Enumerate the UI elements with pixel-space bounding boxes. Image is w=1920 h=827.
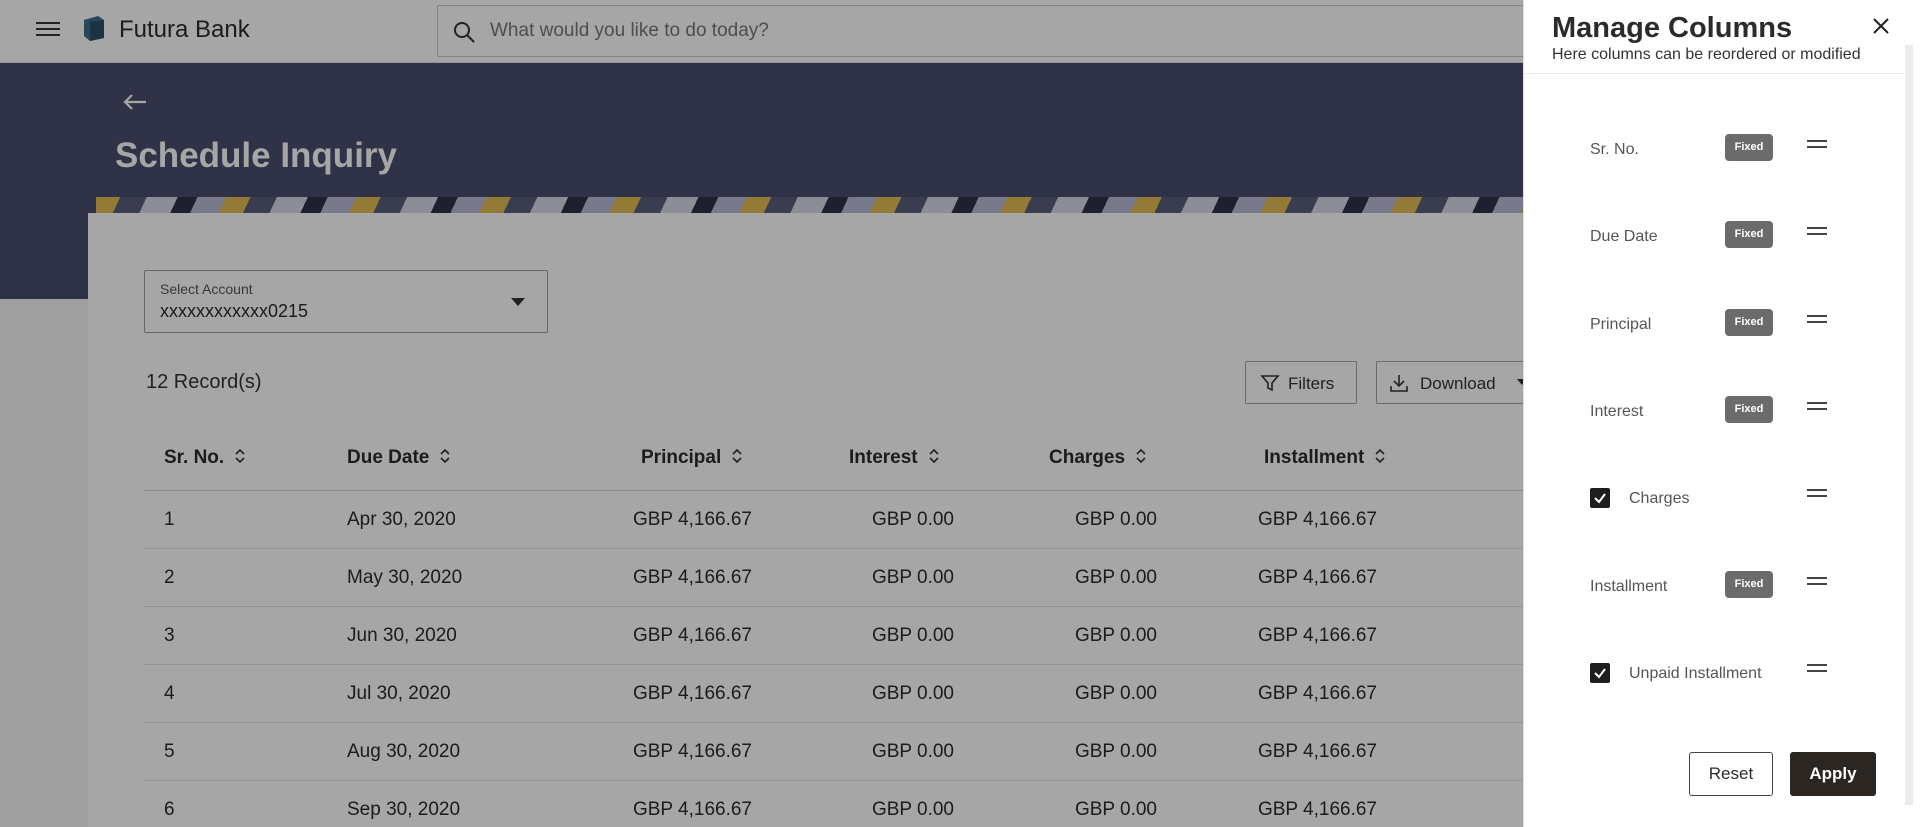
drag-handle-icon[interactable] <box>1807 489 1827 497</box>
column-label: Sr. No. <box>1590 141 1639 158</box>
drag-handle-icon[interactable] <box>1807 577 1827 585</box>
column-item-unpaid-installment[interactable]: Unpaid Installment <box>1524 653 1904 693</box>
column-item-principal[interactable]: Principal Fixed <box>1524 304 1904 344</box>
panel-divider <box>1524 73 1904 74</box>
column-label: Installment <box>1590 578 1668 595</box>
column-item-interest[interactable]: Interest Fixed <box>1524 391 1904 431</box>
column-label: Charges <box>1629 490 1690 507</box>
column-label: Due Date <box>1590 228 1658 245</box>
fixed-badge: Fixed <box>1725 134 1773 161</box>
column-label: Interest <box>1590 403 1644 420</box>
drag-handle-icon[interactable] <box>1807 664 1827 672</box>
close-icon[interactable] <box>1869 14 1893 38</box>
checkbox-checked-icon[interactable] <box>1590 488 1610 508</box>
column-label: Principal <box>1590 316 1652 333</box>
drag-handle-icon[interactable] <box>1807 227 1827 235</box>
column-item-installment[interactable]: Installment Fixed <box>1524 566 1904 606</box>
manage-columns-panel: Manage Columns Here columns can be reord… <box>1523 0 1920 827</box>
modal-overlay[interactable] <box>0 0 1523 827</box>
drag-handle-icon[interactable] <box>1807 402 1827 410</box>
drag-handle-icon[interactable] <box>1807 315 1827 323</box>
column-label: Unpaid Installment <box>1629 665 1762 682</box>
fixed-badge: Fixed <box>1725 571 1773 598</box>
scroll-thumb[interactable] <box>1905 45 1913 805</box>
panel-scrollbar[interactable] <box>1905 45 1913 805</box>
column-item-sr-no[interactable]: Sr. No. Fixed <box>1524 129 1904 169</box>
column-item-due-date[interactable]: Due Date Fixed <box>1524 216 1904 256</box>
column-item-charges[interactable]: Charges <box>1524 478 1904 518</box>
panel-title: Manage Columns <box>1552 12 1793 44</box>
apply-button[interactable]: Apply <box>1790 752 1876 796</box>
panel-subtitle: Here columns can be reordered or modifie… <box>1552 46 1861 63</box>
fixed-badge: Fixed <box>1725 221 1773 248</box>
fixed-badge: Fixed <box>1725 309 1773 336</box>
drag-handle-icon[interactable] <box>1807 140 1827 148</box>
reset-button[interactable]: Reset <box>1689 752 1773 796</box>
fixed-badge: Fixed <box>1725 396 1773 423</box>
checkbox-checked-icon[interactable] <box>1590 663 1610 683</box>
